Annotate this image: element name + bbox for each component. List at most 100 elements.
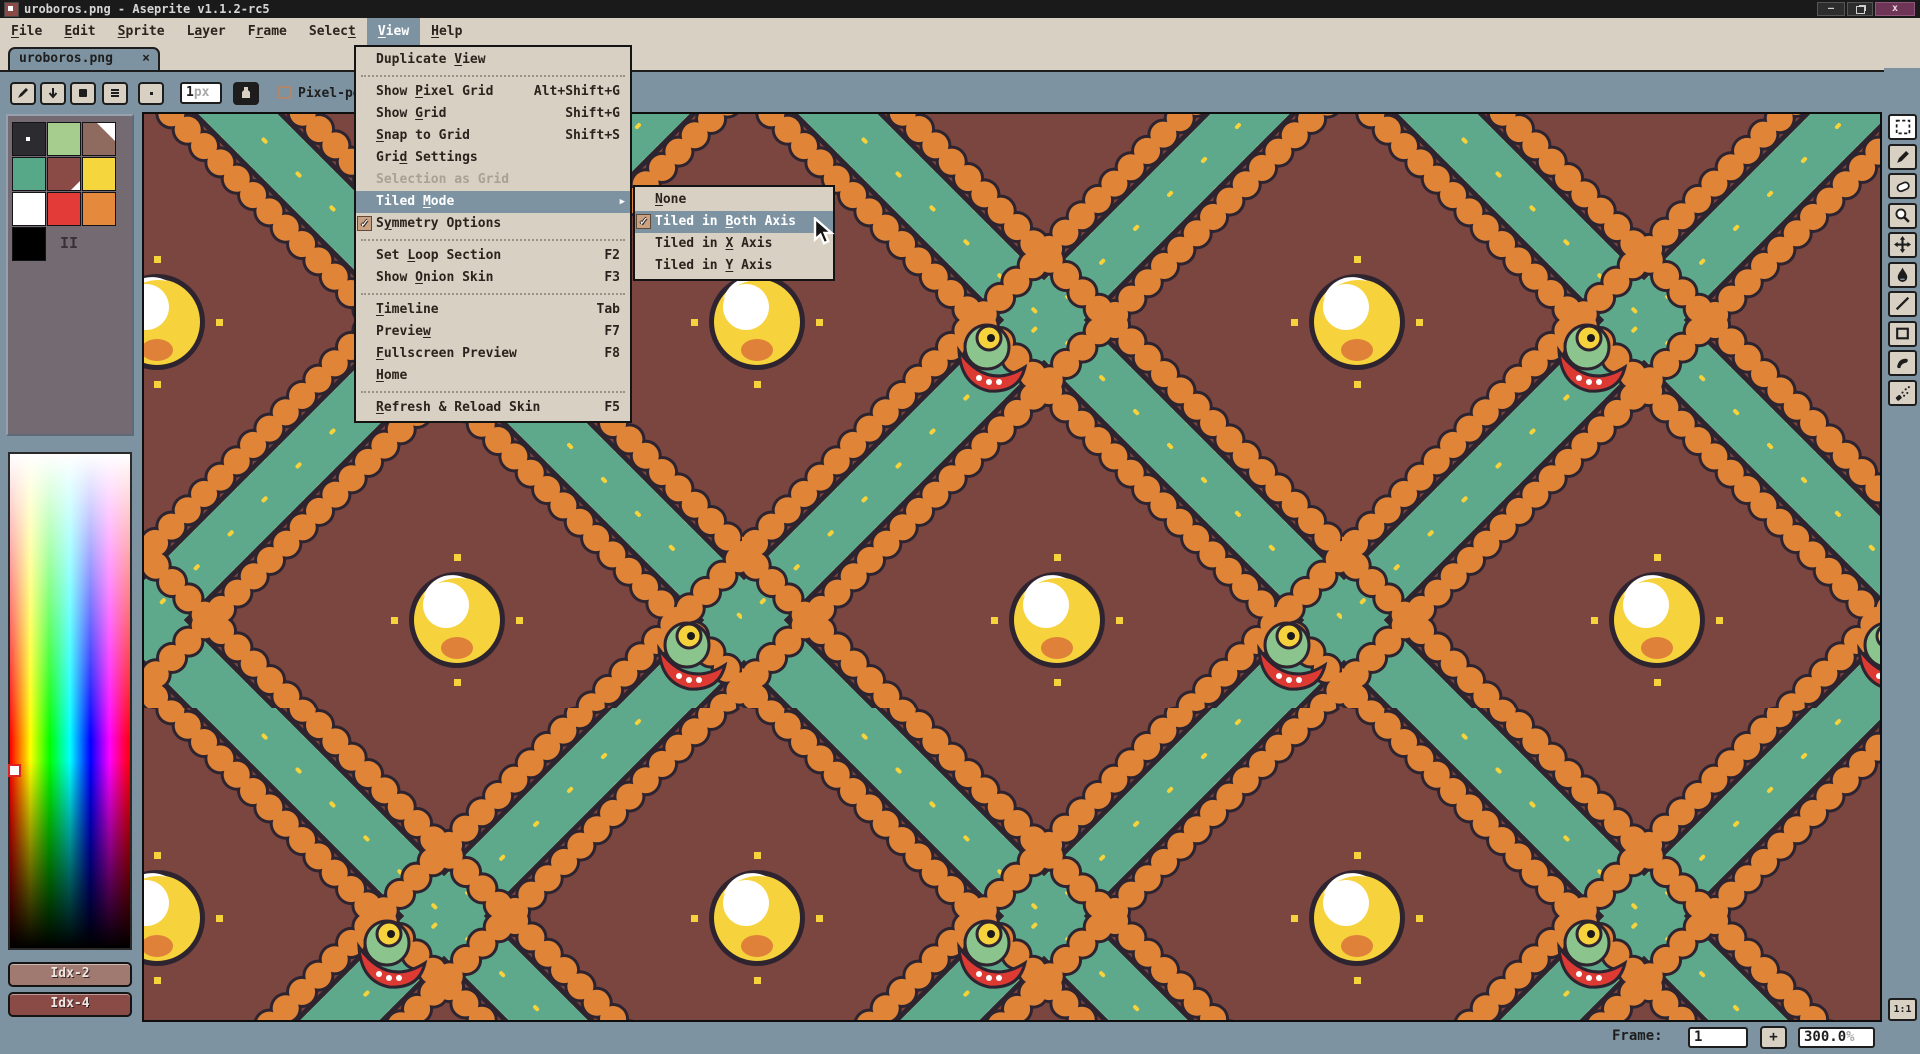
shortcut-label: Tab (597, 299, 620, 321)
rectangle-icon (1894, 325, 1911, 342)
menubar-items: FileEditSpriteLayerFrameSelectViewHelp (0, 24, 473, 39)
menubar: FileEditSpriteLayerFrameSelectViewHelp (0, 18, 1920, 46)
palette-swatch[interactable] (12, 192, 46, 226)
view-menu-item-duplicate-view[interactable]: Duplicate View (356, 49, 630, 71)
palette-swatch[interactable] (12, 122, 46, 156)
tab-uroboros[interactable]: uroboros.png × (8, 47, 160, 70)
close-button[interactable]: x (1875, 2, 1915, 16)
palette-swatch[interactable] (12, 157, 46, 191)
one-to-one-button[interactable]: 1:1 (1888, 998, 1917, 1021)
zoom-input[interactable]: 300.0% (1798, 1027, 1875, 1048)
tool-bar: 1:1 (1884, 68, 1920, 1054)
line-icon (1894, 295, 1911, 312)
line-tool-button[interactable] (1888, 291, 1917, 317)
palette-swatch[interactable] (47, 122, 81, 156)
view-menu-item-home[interactable]: Home (356, 365, 630, 387)
app-icon (4, 2, 19, 17)
contour-tool-button[interactable] (1888, 350, 1917, 376)
shortcut-label: Shift+S (565, 125, 620, 147)
view-menu-item-set-loop-section[interactable]: Set Loop SectionF2 (356, 245, 630, 267)
menubar-item-layer[interactable]: Layer (176, 18, 237, 46)
palette-swatch[interactable] (82, 157, 116, 191)
eyedropper-tool-button[interactable] (1888, 262, 1917, 288)
view-menu-item-show-grid[interactable]: Show GridShift+G (356, 103, 630, 125)
rectangular-marquee-tool-button[interactable] (1888, 114, 1917, 140)
spectrum-selection-marker[interactable] (8, 764, 21, 777)
view-menu-item-selection-as-grid: Selection as Grid (356, 169, 630, 191)
tiled-submenu-item-tiled-in-x-axis[interactable]: Tiled in X Axis (635, 233, 833, 255)
shortcut-label: F8 (604, 343, 620, 365)
menubar-item-help[interactable]: Help (420, 18, 473, 46)
spray-tool-button[interactable] (1888, 380, 1917, 406)
zoom-icon (1894, 207, 1911, 224)
checkmark-icon: ✓ (636, 214, 651, 229)
menubar-item-view[interactable]: View (367, 18, 420, 46)
menu-separator (361, 75, 625, 77)
shortcut-label: F3 (604, 267, 620, 289)
tiled-submenu-item-tiled-in-both-axis[interactable]: ✓Tiled in Both Axis (635, 211, 833, 233)
view-menu-item-fullscreen-preview[interactable]: Fullscreen PreviewF8 (356, 343, 630, 365)
minimize-button[interactable]: – (1817, 2, 1845, 16)
mouse-cursor-icon (812, 217, 836, 251)
add-frame-button[interactable]: + (1760, 1026, 1787, 1049)
eraser-tool-button[interactable] (1888, 173, 1917, 199)
tiled-submenu-item-tiled-in-y-axis[interactable]: Tiled in Y Axis (635, 255, 833, 277)
view-menu-item-refresh-reload-skin[interactable]: Refresh & Reload SkinF5 (356, 397, 630, 419)
lines-button[interactable] (102, 82, 128, 105)
tab-bar: uroboros.png × (0, 46, 1920, 70)
rectangle-tool-button[interactable] (1888, 321, 1917, 347)
transparent-color-dot (26, 137, 30, 141)
status-bar: Frame: 1 + 300.0% (0, 1022, 1920, 1054)
menubar-item-edit[interactable]: Edit (53, 18, 106, 46)
palette-swatch[interactable] (82, 122, 116, 156)
frame-label: Frame: (1612, 1028, 1663, 1044)
foreground-color-button[interactable]: Idx-2 (8, 962, 132, 987)
background-color-button[interactable]: Idx-4 (8, 992, 132, 1017)
restore-button[interactable] (1847, 2, 1873, 16)
view-menu-item-tiled-mode[interactable]: Tiled Mode▶ (356, 191, 630, 213)
menubar-item-select[interactable]: Select (298, 18, 367, 46)
tab-label: uroboros.png (19, 51, 113, 66)
context-bar: 1px Pixel-pe (0, 70, 1920, 112)
shortcut-label: Alt+Shift+G (534, 81, 620, 103)
ink-pencil-button[interactable] (10, 82, 36, 105)
view-menu-item-preview[interactable]: PreviewF7 (356, 321, 630, 343)
menubar-item-sprite[interactable]: Sprite (107, 18, 176, 46)
dot-brush-button[interactable] (138, 82, 164, 105)
view-menu-item-grid-settings[interactable]: Grid Settings (356, 147, 630, 169)
view-menu-item-timeline[interactable]: TimelineTab (356, 299, 630, 321)
view-menu-item-snap-to-grid[interactable]: Snap to GridShift+S (356, 125, 630, 147)
pencil-icon (1894, 148, 1911, 165)
menu-separator (361, 293, 625, 295)
palette-swatch[interactable] (47, 192, 81, 226)
arrow-down-button[interactable] (40, 82, 66, 105)
ink-bottle-button[interactable] (233, 82, 259, 105)
aseprite-window: uroboros.png - Aseprite v1.1.2-rc5 – x F… (0, 0, 1920, 1054)
move-tool-button[interactable] (1888, 232, 1917, 258)
palette-marker: II (60, 234, 78, 252)
brush-size-input[interactable]: 1px (180, 82, 222, 104)
square-brush-button[interactable] (70, 82, 96, 105)
menubar-item-frame[interactable]: Frame (237, 18, 298, 46)
menubar-item-file[interactable]: File (0, 18, 53, 46)
frame-input[interactable]: 1 (1688, 1027, 1748, 1048)
view-menu-item-show-onion-skin[interactable]: Show Onion SkinF3 (356, 267, 630, 289)
shortcut-label: F5 (604, 397, 620, 419)
pixel-perfect-label: Pixel-pe (298, 82, 361, 105)
pixel-perfect-checkbox[interactable] (278, 86, 291, 99)
palette-swatch[interactable] (12, 227, 46, 261)
pencil-tool-button[interactable] (1888, 144, 1917, 170)
palette-panel: II (6, 114, 134, 436)
tab-close-icon[interactable]: × (142, 49, 150, 68)
view-menu-item-show-pixel-grid[interactable]: Show Pixel GridAlt+Shift+G (356, 81, 630, 103)
tiled-submenu-item-none[interactable]: None (635, 189, 833, 211)
zoom-tool-button[interactable] (1888, 203, 1917, 229)
palette-swatch[interactable] (82, 192, 116, 226)
shortcut-label: F7 (604, 321, 620, 343)
color-spectrum-picker[interactable] (8, 452, 132, 950)
window-title: uroboros.png - Aseprite v1.1.2-rc5 (24, 0, 270, 18)
restore-icon (1856, 6, 1865, 14)
move-icon (1894, 236, 1911, 253)
palette-swatch[interactable] (47, 157, 81, 191)
view-menu-item-symmetry-options[interactable]: ✓Symmetry Options (356, 213, 630, 235)
